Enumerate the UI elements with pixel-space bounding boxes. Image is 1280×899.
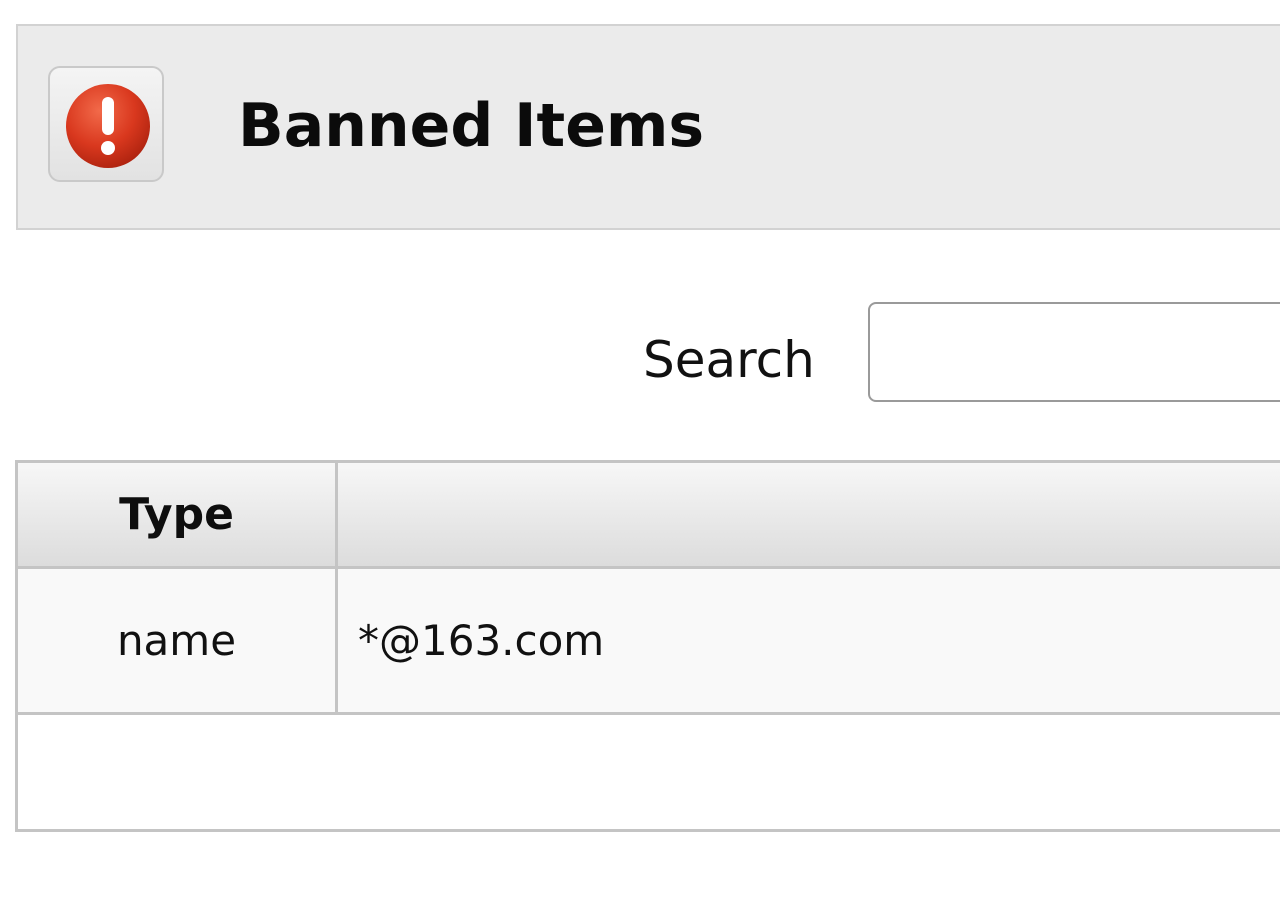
search-input[interactable] [868,302,1280,402]
cell-value: *@163.com [358,616,605,665]
table-row[interactable]: name *@163.com [18,569,1280,715]
page-title: Banned Items [238,91,705,161]
column-header-type[interactable]: Type [18,463,338,566]
cell-type: name [18,569,338,712]
banned-items-panel: Banned Items Search Type name *@163.com [0,0,1280,899]
column-header-value[interactable] [338,463,1280,566]
search-label: Search [643,331,815,389]
exclamation-icon [66,84,150,168]
table-header: Type [18,463,1280,569]
banned-items-table: Type name *@163.com [15,460,1280,832]
header-icon-box [48,66,164,182]
panel-header: Banned Items [16,24,1280,230]
